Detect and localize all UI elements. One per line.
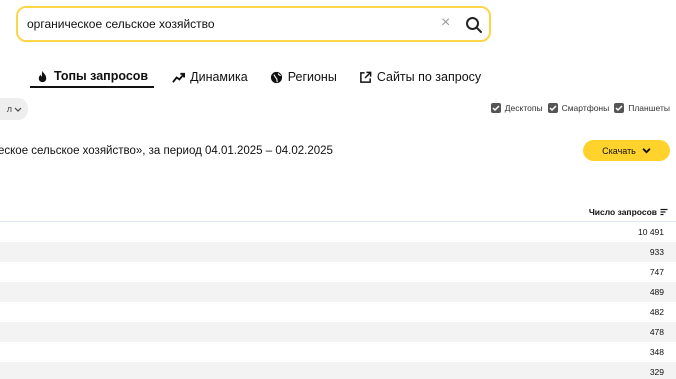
table-row[interactable]: 489 [0, 282, 676, 302]
query-count: 933 [649, 247, 664, 257]
external-link-icon [359, 71, 372, 83]
search-icon[interactable] [464, 15, 484, 35]
table-row[interactable]: 482 [0, 302, 676, 322]
chevron-down-icon [14, 107, 22, 112]
chevron-down-icon [642, 148, 651, 154]
tab-label: Динамика [190, 70, 248, 84]
checkbox-icon [614, 103, 625, 113]
device-label: Смартфоны [561, 103, 610, 113]
search-input[interactable]: органическое сельское хозяйство [27, 17, 215, 31]
tab-top-queries[interactable]: Топы запросов [30, 66, 155, 88]
table-row[interactable]: 478 [0, 322, 676, 342]
table-row[interactable]: 933 [0, 242, 676, 262]
sort-icon [660, 208, 668, 216]
device-desktop-checkbox[interactable]: Десктопы [490, 103, 543, 113]
download-button[interactable]: Скачать [583, 140, 670, 161]
clear-icon[interactable]: × [441, 14, 450, 32]
query-count: 482 [649, 307, 664, 317]
query-count: 478 [649, 327, 664, 337]
checkbox-icon [490, 103, 501, 113]
search-box[interactable]: органическое сельское хозяйство × [16, 6, 491, 42]
tab-label: Топы запросов [54, 69, 149, 83]
tab-regions[interactable]: Регионы [270, 66, 337, 88]
query-count: 747 [649, 267, 664, 277]
device-label: Десктопы [504, 103, 543, 113]
table-row[interactable]: 10 491 [0, 222, 676, 242]
column-header-label: Число запросов [588, 207, 657, 217]
table-row[interactable]: 747 [0, 262, 676, 282]
table-row[interactable]: 348 [0, 342, 676, 362]
tab-label: Сайты по запросу [376, 70, 482, 84]
column-header-count[interactable]: Число запросов [589, 207, 668, 217]
table-row[interactable]: 329 [0, 362, 676, 379]
device-smartphone-checkbox[interactable]: Смартфоны [547, 103, 610, 113]
period-label: л [6, 104, 12, 114]
device-label: Планшеты [628, 103, 670, 113]
query-count: 329 [649, 367, 664, 377]
device-filters: Десктопы Смартфоны Планшеты [490, 103, 670, 113]
fire-icon [38, 70, 47, 82]
device-tablet-checkbox[interactable]: Планшеты [614, 103, 670, 113]
period-selector[interactable]: л [0, 98, 28, 120]
query-count: 489 [649, 287, 664, 297]
period-summary: еское сельское хозяйство», за период 04.… [0, 145, 333, 157]
trend-icon [172, 72, 186, 83]
tab-dynamics[interactable]: Динамика [172, 66, 248, 88]
tab-sites[interactable]: Сайты по запросу [359, 66, 481, 88]
query-count: 348 [649, 347, 664, 357]
download-label: Скачать [602, 145, 636, 156]
query-count: 10 491 [638, 227, 664, 237]
tab-label: Регионы [287, 70, 337, 84]
query-table: 10 491 933 747 489 482 478 348 329 [0, 222, 676, 379]
checkbox-icon [547, 103, 558, 113]
globe-icon [270, 71, 282, 83]
tabs: Топы запросов Динамика Регионы Сайты по … [30, 66, 503, 88]
